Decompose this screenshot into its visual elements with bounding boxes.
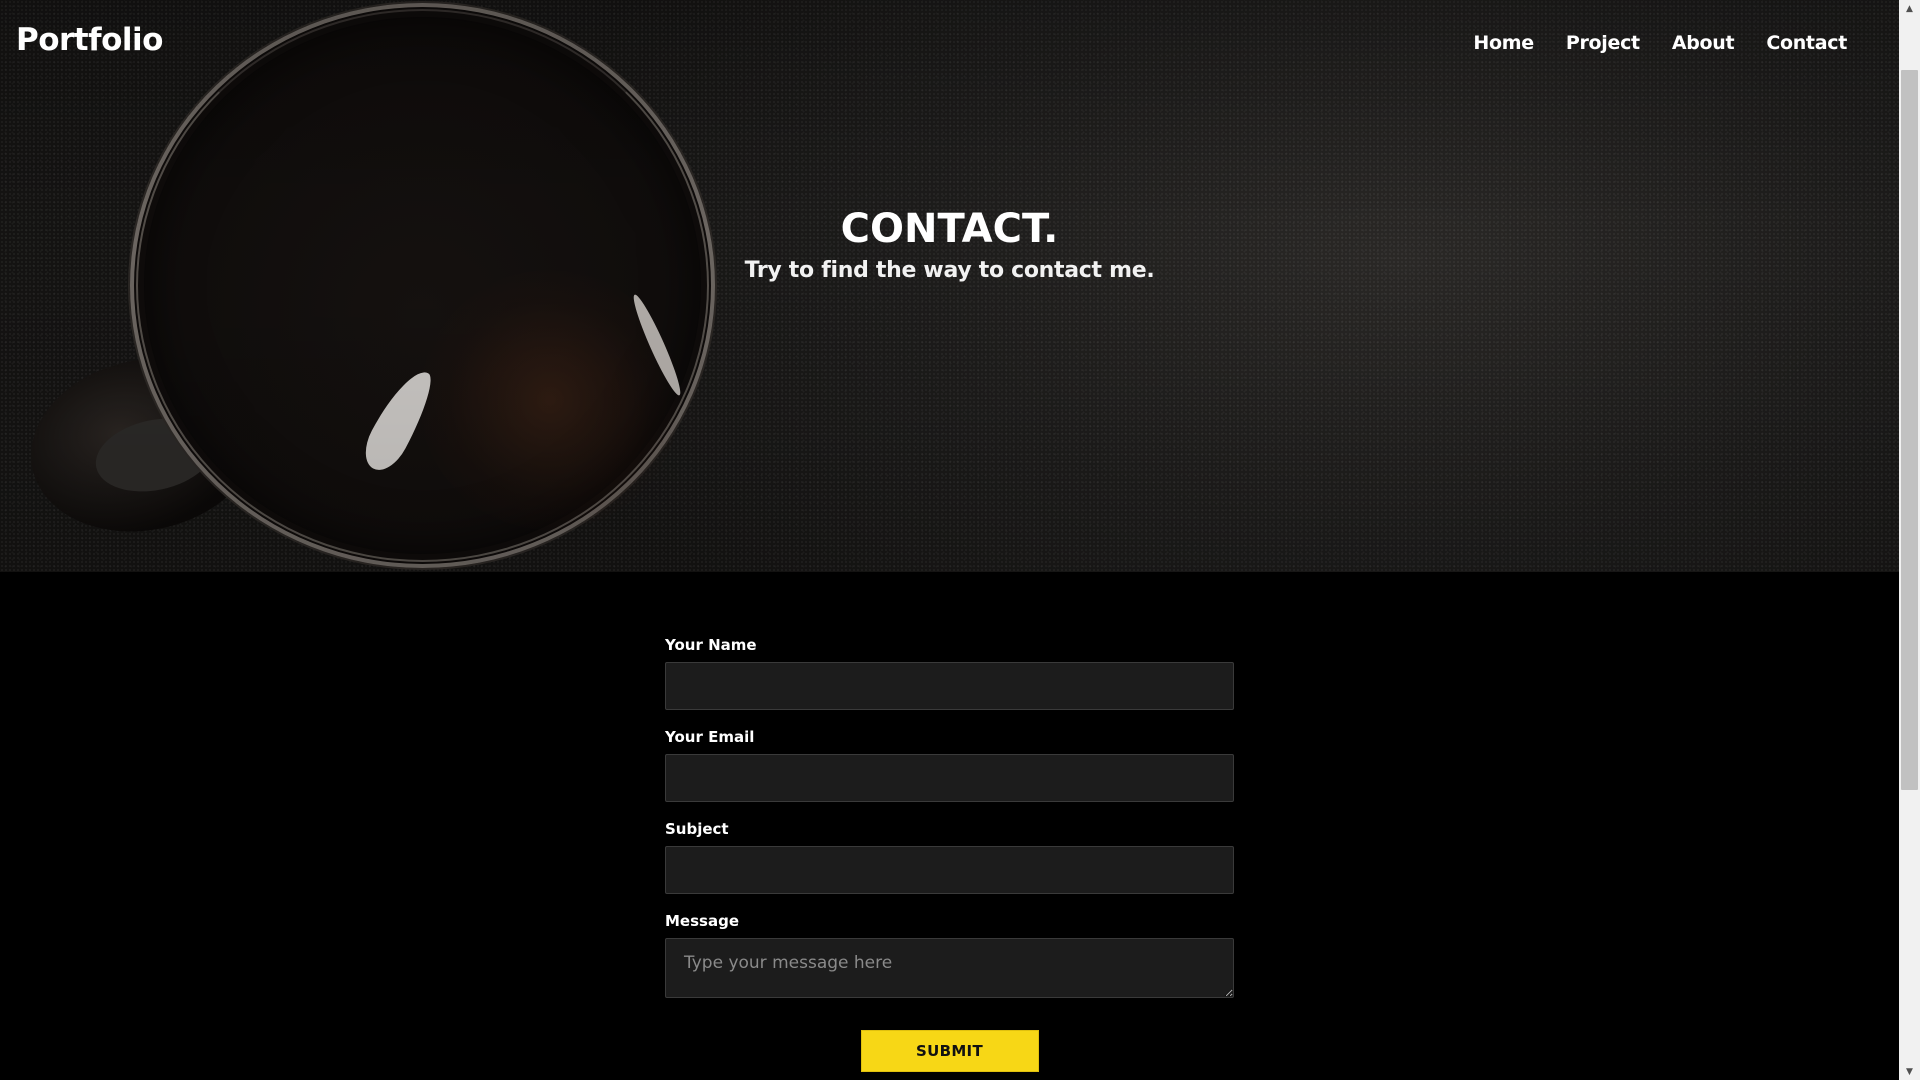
- email-label: Your Email: [665, 728, 755, 746]
- vertical-scrollbar[interactable]: ▲ ▼: [1899, 0, 1920, 1080]
- nav-about-link[interactable]: About: [1672, 32, 1735, 54]
- nav-project-link[interactable]: Project: [1566, 32, 1640, 54]
- name-input[interactable]: [665, 662, 1234, 710]
- page-title: CONTACT.: [840, 206, 1059, 252]
- hero-banner: Portfolio Home Project About Contact CON…: [0, 0, 1899, 572]
- subject-label: Subject: [665, 820, 729, 838]
- scroll-up-arrow-icon[interactable]: ▲: [1899, 0, 1920, 17]
- email-input[interactable]: [665, 754, 1234, 802]
- submit-button[interactable]: SUBMIT: [860, 1030, 1039, 1072]
- page-subtitle: Try to find the way to contact me.: [744, 258, 1155, 283]
- scrollbar-thumb[interactable]: [1901, 70, 1918, 790]
- message-label: Message: [665, 912, 739, 930]
- main-nav: Home Project About Contact: [1473, 32, 1847, 54]
- message-textarea[interactable]: [665, 938, 1234, 998]
- nav-contact-link[interactable]: Contact: [1766, 32, 1847, 54]
- hero-overlay: [0, 0, 1899, 572]
- nav-home-link[interactable]: Home: [1473, 32, 1534, 54]
- subject-input[interactable]: [665, 846, 1234, 894]
- submit-container: SUBMIT: [665, 1030, 1234, 1072]
- contact-form: Your Name Your Email Subject Message SUB…: [665, 636, 1234, 1072]
- scroll-down-arrow-icon[interactable]: ▼: [1899, 1063, 1920, 1080]
- site-logo[interactable]: Portfolio: [16, 22, 163, 58]
- name-label: Your Name: [665, 636, 757, 654]
